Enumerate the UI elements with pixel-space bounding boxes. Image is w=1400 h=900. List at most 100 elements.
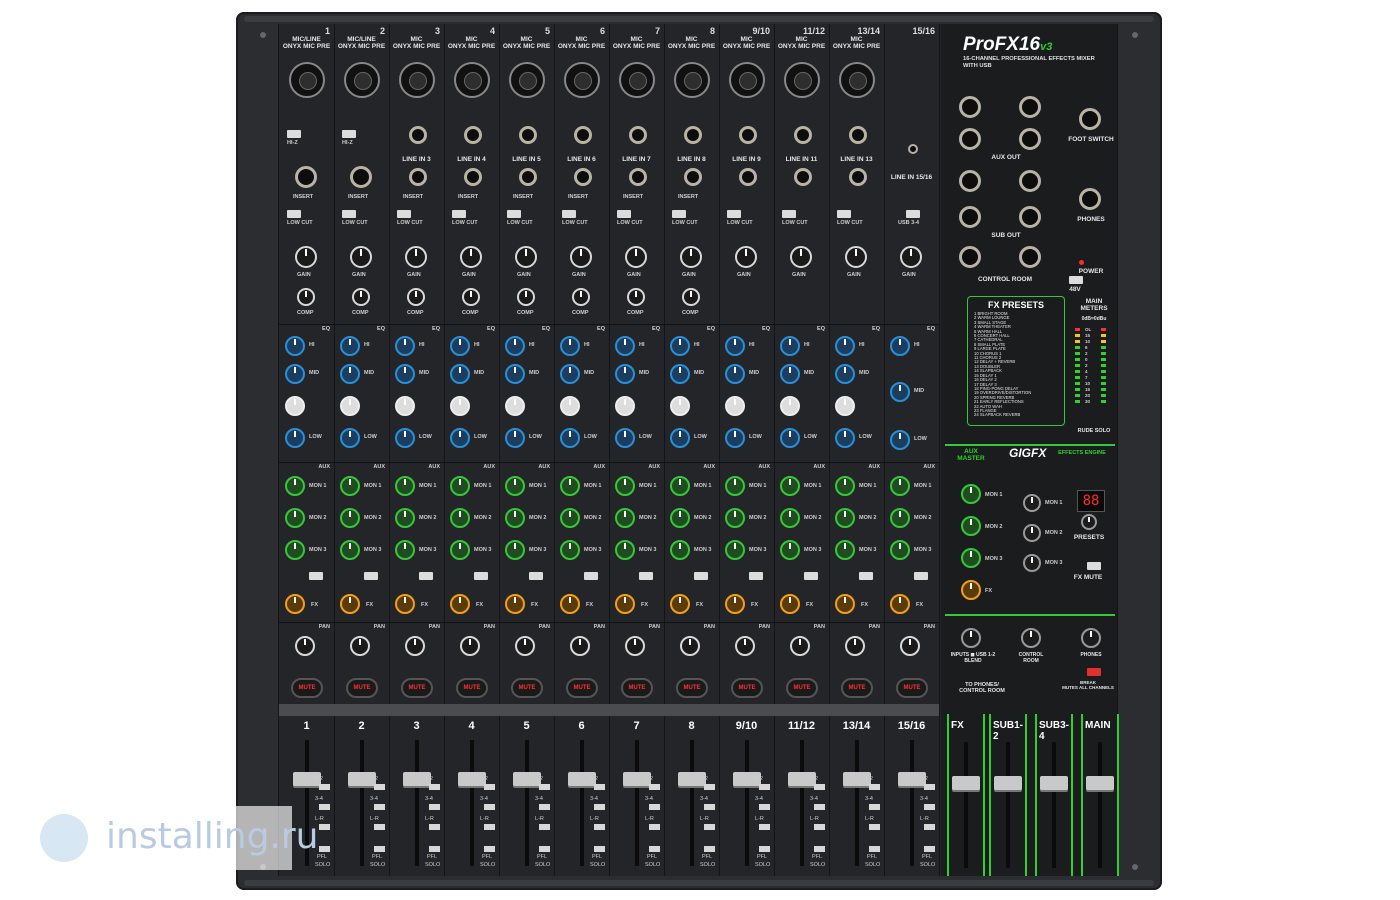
sub-out-2-jack[interactable] [959,206,981,228]
low-cut-switch[interactable] [507,210,521,218]
assign-1-2-button[interactable] [374,784,385,790]
pfl-solo-button[interactable] [429,846,440,852]
eq-freq-knob[interactable] [450,396,470,416]
mute-button[interactable]: MUTE [621,678,653,698]
aux-mon1-knob[interactable] [780,476,800,496]
assign-l-r-button[interactable] [924,824,935,830]
eq-mid-knob[interactable] [835,364,855,384]
foot-switch-jack[interactable] [1079,108,1101,130]
mute-button[interactable]: MUTE [731,678,763,698]
eq-mid-knob[interactable] [615,364,635,384]
line-input-right-jack[interactable] [849,168,867,186]
aux-mon2-knob[interactable] [670,508,690,528]
mute-button[interactable]: MUTE [456,678,488,698]
combo-input-jack[interactable] [289,62,325,98]
pan-knob[interactable] [845,636,865,656]
insert-jack[interactable] [519,168,537,186]
eq-hi-knob[interactable] [285,336,305,356]
comp-knob[interactable] [517,288,535,306]
aux-fx-knob[interactable] [890,594,910,614]
aux-fx-knob[interactable] [560,594,580,614]
aux-mon2-knob[interactable] [450,508,470,528]
assign-3-4-button[interactable] [759,804,770,810]
eq-mid-knob[interactable] [780,364,800,384]
eq-hi-knob[interactable] [450,336,470,356]
pre-post-switch[interactable] [804,572,818,580]
aux-mon1-knob[interactable] [835,476,855,496]
assign-3-4-button[interactable] [319,804,330,810]
gain-knob[interactable] [295,246,317,268]
aux-fx-knob[interactable] [615,594,635,614]
gain-knob[interactable] [405,246,427,268]
eq-freq-knob[interactable] [285,396,305,416]
low-cut-switch[interactable] [727,210,741,218]
eq-freq-knob[interactable] [725,396,745,416]
phones-jack[interactable] [1079,188,1101,210]
eq-low-knob[interactable] [615,428,635,448]
eq-hi-knob[interactable] [670,336,690,356]
pre-post-switch[interactable] [364,572,378,580]
fx-to-mon2-knob[interactable] [1023,524,1041,542]
pan-knob[interactable] [790,636,810,656]
aux-mon3-knob[interactable] [505,540,525,560]
sub-3-4-fader[interactable] [1040,776,1068,790]
line-input-jack[interactable] [629,126,647,144]
breakout-switch[interactable] [1087,668,1101,676]
line-input-jack[interactable] [519,126,537,144]
comp-knob[interactable] [297,288,315,306]
aux-mon3-knob[interactable] [340,540,360,560]
phantom-switch[interactable] [1069,276,1083,284]
pfl-solo-button[interactable] [759,846,770,852]
aux-mon2-knob[interactable] [505,508,525,528]
line-input-jack[interactable] [409,126,427,144]
control-room-r-jack[interactable] [1019,246,1041,268]
low-cut-switch[interactable] [562,210,576,218]
pre-post-switch[interactable] [474,572,488,580]
xlr-input-jack[interactable] [839,62,875,98]
mute-button[interactable]: MUTE [511,678,543,698]
fx-return-fader[interactable] [952,776,980,790]
comp-knob[interactable] [682,288,700,306]
mute-button[interactable]: MUTE [841,678,873,698]
eq-low-knob[interactable] [835,428,855,448]
aux-mon1-knob[interactable] [725,476,745,496]
eq-hi-knob[interactable] [890,336,910,356]
aux-fx-knob[interactable] [725,594,745,614]
usb-3-4-switch[interactable] [906,210,920,218]
fx-to-mon3-knob[interactable] [1023,554,1041,572]
sub-1-2-fader[interactable] [994,776,1022,790]
aux-mon3-knob[interactable] [615,540,635,560]
pfl-solo-button[interactable] [649,846,660,852]
low-cut-switch[interactable] [397,210,411,218]
eq-low-knob[interactable] [505,428,525,448]
aux-mon2-knob[interactable] [835,508,855,528]
assign-l-r-button[interactable] [814,824,825,830]
assign-3-4-button[interactable] [429,804,440,810]
insert-jack[interactable] [295,166,317,188]
pre-post-switch[interactable] [694,572,708,580]
pfl-solo-button[interactable] [594,846,605,852]
eq-freq-knob[interactable] [835,396,855,416]
gain-knob[interactable] [570,246,592,268]
low-cut-switch[interactable] [617,210,631,218]
assign-l-r-button[interactable] [484,824,495,830]
aux-mon3-knob[interactable] [780,540,800,560]
comp-knob[interactable] [352,288,370,306]
pfl-solo-button[interactable] [539,846,550,852]
eq-low-knob[interactable] [395,428,415,448]
eq-low-knob[interactable] [450,428,470,448]
pfl-solo-button[interactable] [319,846,330,852]
aux-mon3-knob[interactable] [725,540,745,560]
gain-knob[interactable] [460,246,482,268]
eq-low-knob[interactable] [780,428,800,448]
eq-freq-knob[interactable] [670,396,690,416]
aux-mon3-knob[interactable] [395,540,415,560]
aux-mon3-knob[interactable] [450,540,470,560]
aux-mon1-knob[interactable] [340,476,360,496]
low-cut-switch[interactable] [287,210,301,218]
aux-mon3-knob[interactable] [890,540,910,560]
pan-knob[interactable] [625,636,645,656]
pan-knob[interactable] [680,636,700,656]
pan-knob[interactable] [735,636,755,656]
mute-button[interactable]: MUTE [676,678,708,698]
